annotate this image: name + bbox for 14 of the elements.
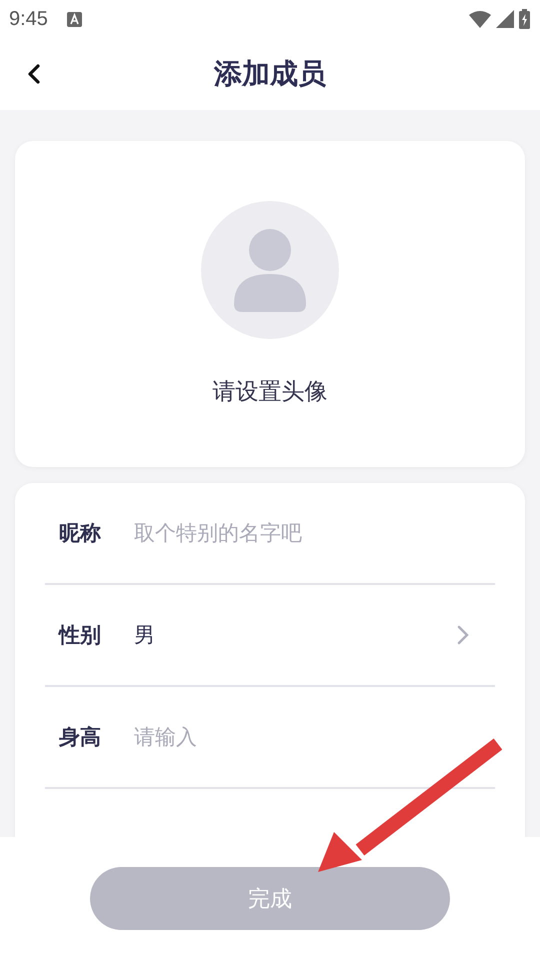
wifi-icon — [469, 10, 491, 28]
avatar-prompt: 请设置头像 — [212, 378, 328, 407]
input-field[interactable]: 取个特别的名字吧 — [134, 521, 481, 545]
page-title: 添加成员 — [214, 56, 326, 92]
chevron-right-icon — [457, 625, 469, 645]
gender-select[interactable]: 男 — [134, 621, 457, 649]
signal-icon — [496, 10, 514, 28]
notification-icon — [66, 12, 82, 26]
input-field[interactable]: 请输入 — [134, 725, 481, 749]
field-label: 身高 — [59, 724, 102, 751]
field-label: 性别 — [59, 622, 102, 649]
status-time: 9:45 — [9, 8, 48, 30]
field-label: 昵称 — [59, 520, 102, 547]
battery-icon — [519, 9, 530, 29]
